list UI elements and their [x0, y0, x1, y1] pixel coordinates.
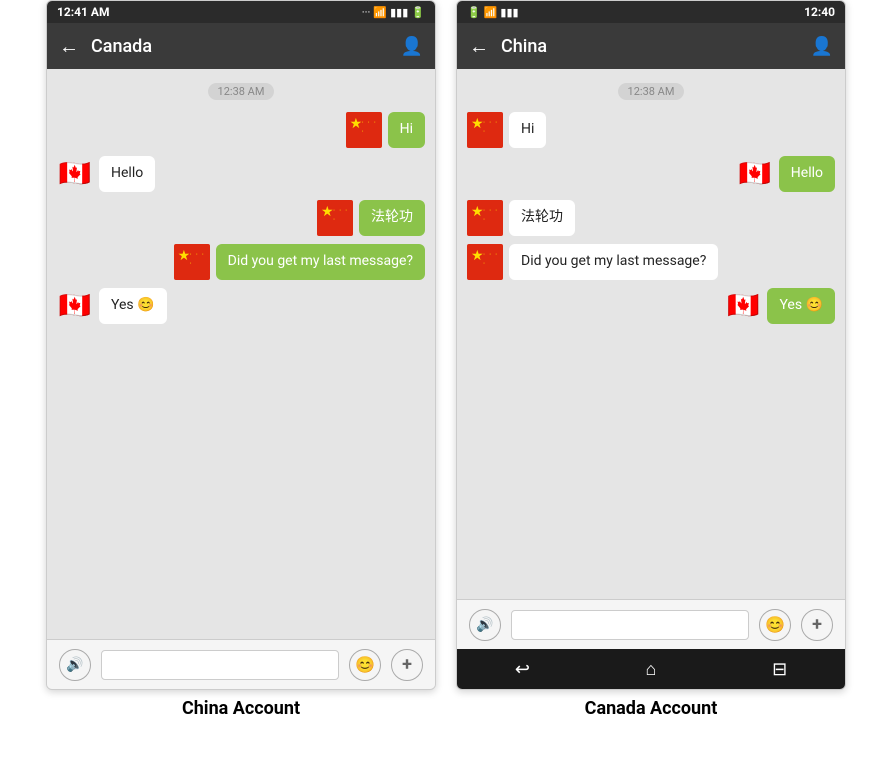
right-msg-1: Hi	[467, 112, 835, 148]
nav-home-button[interactable]: ⌂	[646, 659, 657, 680]
left-flag-3	[317, 200, 353, 236]
left-voice-button[interactable]: 🔊	[59, 649, 91, 681]
right-flag-1	[467, 112, 503, 148]
phones-container: 12:41 AM ··· 📶 ▮▮▮ 🔋 ← Canada 👤 12:38 AM	[0, 0, 892, 719]
left-timestamp: 12:38 AM	[208, 83, 275, 100]
left-chat-area: 12:38 AM Hi 🇨🇦 Hello 法轮功	[47, 69, 435, 639]
left-status-icons: ··· 📶 ▮▮▮ 🔋	[362, 6, 425, 19]
right-bubble-5: Yes 😊	[767, 288, 835, 324]
right-emoji-button[interactable]: 😊	[759, 609, 791, 641]
left-plus-button[interactable]: +	[391, 649, 423, 681]
right-wifi-icon: 📶	[484, 6, 498, 19]
left-flag-5: 🇨🇦	[57, 288, 93, 324]
left-phone: 12:41 AM ··· 📶 ▮▮▮ 🔋 ← Canada 👤 12:38 AM	[46, 0, 436, 690]
nav-back-button[interactable]: ↩	[515, 659, 530, 680]
signal-icon: ▮▮▮	[390, 6, 408, 19]
left-top-bar: ← Canada 👤	[47, 23, 435, 69]
left-text-input[interactable]	[101, 650, 339, 680]
left-msg-2: 🇨🇦 Hello	[57, 156, 425, 192]
right-voice-icon: 🔊	[476, 617, 493, 633]
right-msg-5: Yes 😊 🇨🇦	[467, 288, 835, 324]
left-bubble-1: Hi	[388, 112, 425, 148]
right-bubble-4: Did you get my last message?	[509, 244, 718, 280]
right-msg-2: Hello 🇨🇦	[467, 156, 835, 192]
left-emoji-button[interactable]: 😊	[349, 649, 381, 681]
right-flag-4	[467, 244, 503, 280]
right-nav-bar: ↩ ⌂ ⊟	[457, 649, 845, 689]
right-msg-4: Did you get my last message?	[467, 244, 835, 280]
right-msg-3: 法轮功	[467, 200, 835, 236]
dots-icon: ···	[362, 6, 371, 19]
plus-icon: +	[402, 654, 412, 675]
right-status-icons-left: 🔋 📶 ▮▮▮	[467, 6, 519, 19]
right-title: China	[501, 36, 811, 57]
right-plus-icon: +	[812, 614, 822, 635]
right-battery-icon: 🔋	[467, 6, 481, 19]
left-profile-icon[interactable]: 👤	[401, 36, 423, 57]
nav-recent-button[interactable]: ⊟	[772, 659, 787, 680]
left-flag-4	[174, 244, 210, 280]
right-profile-icon[interactable]: 👤	[811, 36, 833, 57]
right-bubble-1: Hi	[509, 112, 546, 148]
right-bubble-3: 法轮功	[509, 200, 575, 236]
left-msg-1: Hi	[57, 112, 425, 148]
right-caption: Canada Account	[585, 698, 718, 719]
right-bubble-2: Hello	[779, 156, 835, 192]
left-caption: China Account	[182, 698, 300, 719]
wifi-icon: 📶	[373, 6, 387, 19]
right-bottom-bar: 🔊 😊 +	[457, 599, 845, 649]
left-status-bar: 12:41 AM ··· 📶 ▮▮▮ 🔋	[47, 1, 435, 23]
right-text-input[interactable]	[511, 610, 749, 640]
left-msg-3: 法轮功	[57, 200, 425, 236]
left-bubble-3: 法轮功	[359, 200, 425, 236]
right-status-bar: 🔋 📶 ▮▮▮ 12:40	[457, 1, 845, 23]
right-top-bar: ← China 👤	[457, 23, 845, 69]
left-flag-1	[346, 112, 382, 148]
right-flag-5: 🇨🇦	[725, 288, 761, 324]
battery-icon: 🔋	[411, 6, 425, 19]
left-msg-4: Did you get my last message?	[57, 244, 425, 280]
emoji-icon: 😊	[355, 655, 375, 674]
right-voice-button[interactable]: 🔊	[469, 609, 501, 641]
right-flag-2: 🇨🇦	[737, 156, 773, 192]
left-msg-5: 🇨🇦 Yes 😊	[57, 288, 425, 324]
right-signal-icon: ▮▮▮	[500, 6, 518, 19]
right-time: 12:40	[804, 5, 835, 19]
right-timestamp: 12:38 AM	[618, 83, 685, 100]
right-back-button[interactable]: ←	[469, 34, 489, 59]
left-bubble-5: Yes 😊	[99, 288, 167, 324]
right-plus-button[interactable]: +	[801, 609, 833, 641]
left-time: 12:41 AM	[57, 5, 109, 19]
left-bubble-2: Hello	[99, 156, 155, 192]
voice-icon: 🔊	[66, 657, 83, 673]
left-bubble-4: Did you get my last message?	[216, 244, 425, 280]
left-phone-wrapper: 12:41 AM ··· 📶 ▮▮▮ 🔋 ← Canada 👤 12:38 AM	[46, 0, 436, 719]
right-emoji-icon: 😊	[765, 615, 785, 634]
left-title: Canada	[91, 36, 401, 57]
left-back-button[interactable]: ←	[59, 34, 79, 59]
right-phone-wrapper: 🔋 📶 ▮▮▮ 12:40 ← China 👤 12:38 AM Hi	[456, 0, 846, 719]
left-flag-2: 🇨🇦	[57, 156, 93, 192]
left-bottom-bar: 🔊 😊 +	[47, 639, 435, 689]
right-phone: 🔋 📶 ▮▮▮ 12:40 ← China 👤 12:38 AM Hi	[456, 0, 846, 690]
right-flag-3	[467, 200, 503, 236]
right-chat-area: 12:38 AM Hi Hello 🇨🇦 法轮功	[457, 69, 845, 599]
